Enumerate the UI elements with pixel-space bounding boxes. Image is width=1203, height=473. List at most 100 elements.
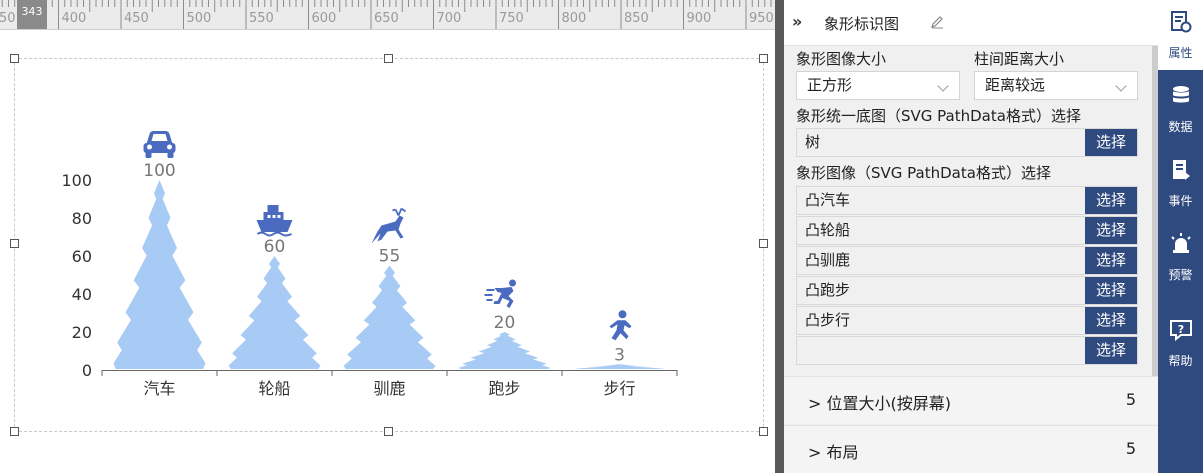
bar-gap-value: 距离较远	[985, 76, 1046, 94]
symbol-image-select-button[interactable]: 选择	[1085, 187, 1137, 214]
sidebar-label: 帮助	[1168, 354, 1193, 368]
ruler-tick-label: 900	[687, 11, 712, 26]
base-image-select-button[interactable]: 选择	[1085, 129, 1137, 156]
sidebar-item-data[interactable]: 数据	[1158, 74, 1203, 144]
symbol-size-select[interactable]: 正方形	[796, 71, 960, 100]
deer-icon	[371, 207, 407, 244]
sidebar-label: 事件	[1168, 194, 1193, 208]
symbol-image-value: 凸驯鹿	[805, 251, 851, 269]
bar-value-label: 3	[614, 345, 625, 365]
symbol-image-row: 凸步行 选择	[796, 306, 1138, 335]
symbol-images-label: 象形图像（SVG PathData格式）选择	[796, 164, 1051, 182]
help-icon: ?	[1170, 320, 1192, 342]
section-label: > 布局	[808, 443, 859, 462]
ruler-position-marker: 343	[17, 0, 47, 29]
sidebar-item-properties[interactable]: 属性	[1158, 0, 1203, 70]
database-icon	[1173, 86, 1189, 103]
ruler-tick-label: 850	[624, 11, 649, 26]
bar-gap-label: 柱间距离大小	[974, 50, 1065, 68]
chevron-down-icon	[1115, 80, 1127, 92]
ruler-tick-label: 800	[562, 11, 587, 26]
y-tick-label: 0	[82, 361, 92, 380]
pictorial-bar-chart[interactable]: 0 20 40 60 80 100 100 汽车 60 轮船 55 驯鹿 20 跑步 3 步行	[0, 30, 775, 473]
pictorial-bar[interactable]	[458, 332, 551, 369]
pictorial-bar[interactable]	[113, 180, 206, 369]
pictorial-bar[interactable]	[343, 265, 436, 370]
symbol-image-select-button[interactable]: 选择	[1085, 307, 1137, 334]
bar-value-label: 100	[143, 161, 175, 181]
symbol-image-select-button[interactable]: 选择	[1085, 217, 1137, 244]
ruler-tick-label: 750	[499, 11, 524, 26]
sidebar-label: 数据	[1168, 120, 1193, 134]
sidebar-item-help[interactable]: ? 帮助	[1158, 308, 1203, 378]
event-icon	[1173, 160, 1190, 180]
ruler-tick-label: 400	[62, 11, 87, 26]
svg-text:?: ?	[1178, 323, 1184, 336]
panel-title: 象形标识图	[824, 15, 900, 33]
ruler-tick-label: 500	[187, 11, 212, 26]
symbol-image-value: 凸步行	[805, 311, 851, 329]
x-tick-label: 步行	[603, 379, 635, 398]
ruler-tick-label: 600	[312, 11, 337, 26]
x-tick-label: 轮船	[258, 379, 290, 398]
bar-value-label: 20	[494, 313, 516, 333]
bar-gap-select[interactable]: 距离较远	[974, 71, 1138, 100]
section-position-size[interactable]: > 位置大小(按屏幕) 5	[784, 376, 1158, 424]
design-canvas[interactable]: 0 20 40 60 80 100 100 汽车 60 轮船 55 驯鹿 20 跑步 3 步行	[0, 30, 775, 473]
y-tick-label: 60	[72, 247, 92, 266]
base-image-row: 树 选择	[796, 128, 1138, 157]
panel-header: » 象形标识图	[784, 0, 1158, 46]
base-image-value: 树	[805, 133, 821, 151]
section-count: 5	[1125, 390, 1136, 409]
x-tick-label: 驯鹿	[373, 379, 405, 398]
symbol-image-row: 凸汽车 选择	[796, 186, 1138, 215]
symbol-image-value: 凸跑步	[805, 281, 851, 299]
y-tick-label: 40	[72, 285, 92, 304]
symbol-image-select-button[interactable]: 选择	[1085, 247, 1137, 274]
y-tick-label: 100	[61, 171, 92, 190]
x-tick-label: 汽车	[143, 379, 175, 398]
symbol-image-select-button[interactable]: 选择	[1085, 337, 1137, 364]
ruler-tick-label: 950	[749, 11, 774, 26]
pictorial-bar[interactable]	[228, 256, 321, 369]
ruler-tick-label: 700	[437, 11, 462, 26]
base-image-label: 象形统一底图（SVG PathData格式）选择	[796, 107, 1081, 125]
symbol-size-label: 象形图像大小	[796, 50, 887, 68]
bar-value-label: 55	[379, 247, 401, 267]
edit-icon[interactable]	[930, 15, 944, 29]
symbol-image-row: 凸轮船 选择	[796, 216, 1138, 245]
ruler-tick-label: 650	[374, 11, 399, 26]
sidebar-item-events[interactable]: 事件	[1158, 148, 1203, 218]
symbol-image-value: 凸轮船	[805, 221, 851, 239]
symbol-image-value: 凸汽车	[805, 191, 851, 209]
collapse-panel-button[interactable]: »	[792, 12, 802, 31]
property-panel: » 象形标识图 象形图像大小 柱间距离大小 正方形 距离较远 象形统一底图（SV…	[784, 0, 1158, 473]
sidebar-label: 属性	[1168, 46, 1193, 60]
section-count: 5	[1125, 439, 1136, 458]
sidebar-item-alarm[interactable]: 预警	[1158, 222, 1203, 292]
ship-icon	[256, 205, 293, 237]
ruler-tick-label: 550	[249, 11, 274, 26]
symbol-image-row: 选择	[796, 336, 1138, 365]
properties-icon	[1171, 11, 1192, 33]
chevron-down-icon	[937, 80, 949, 92]
x-tick-label: 跑步	[488, 379, 520, 398]
bar-value-label: 60	[264, 237, 286, 257]
section-label: > 位置大小(按屏幕)	[808, 394, 951, 413]
app-window: 50 400 450 500 550 600 650 700 750 800 850 900 950 3…	[0, 0, 1203, 473]
canvas-scrollbar[interactable]	[775, 0, 784, 473]
symbol-image-row: 凸驯鹿 选择	[796, 246, 1138, 275]
car-icon	[143, 131, 176, 158]
symbol-size-value: 正方形	[807, 76, 853, 94]
right-sidebar: 属性 数据 事件 预警 ? 帮助	[1158, 0, 1203, 473]
symbol-image-select-button[interactable]: 选择	[1085, 277, 1137, 304]
ruler-tick-label: 50	[0, 11, 16, 26]
y-tick-label: 80	[72, 209, 92, 228]
walking-icon	[609, 310, 632, 341]
alarm-icon	[1171, 233, 1191, 253]
symbol-image-row: 凸跑步 选择	[796, 276, 1138, 305]
horizontal-ruler: 50 400 450 500 550 600 650 700 750 800 850 900 950 3…	[0, 0, 775, 30]
sidebar-label: 预警	[1168, 268, 1193, 282]
section-layout[interactable]: > 布局 5	[784, 425, 1158, 473]
ruler-tick-label: 450	[124, 11, 149, 26]
